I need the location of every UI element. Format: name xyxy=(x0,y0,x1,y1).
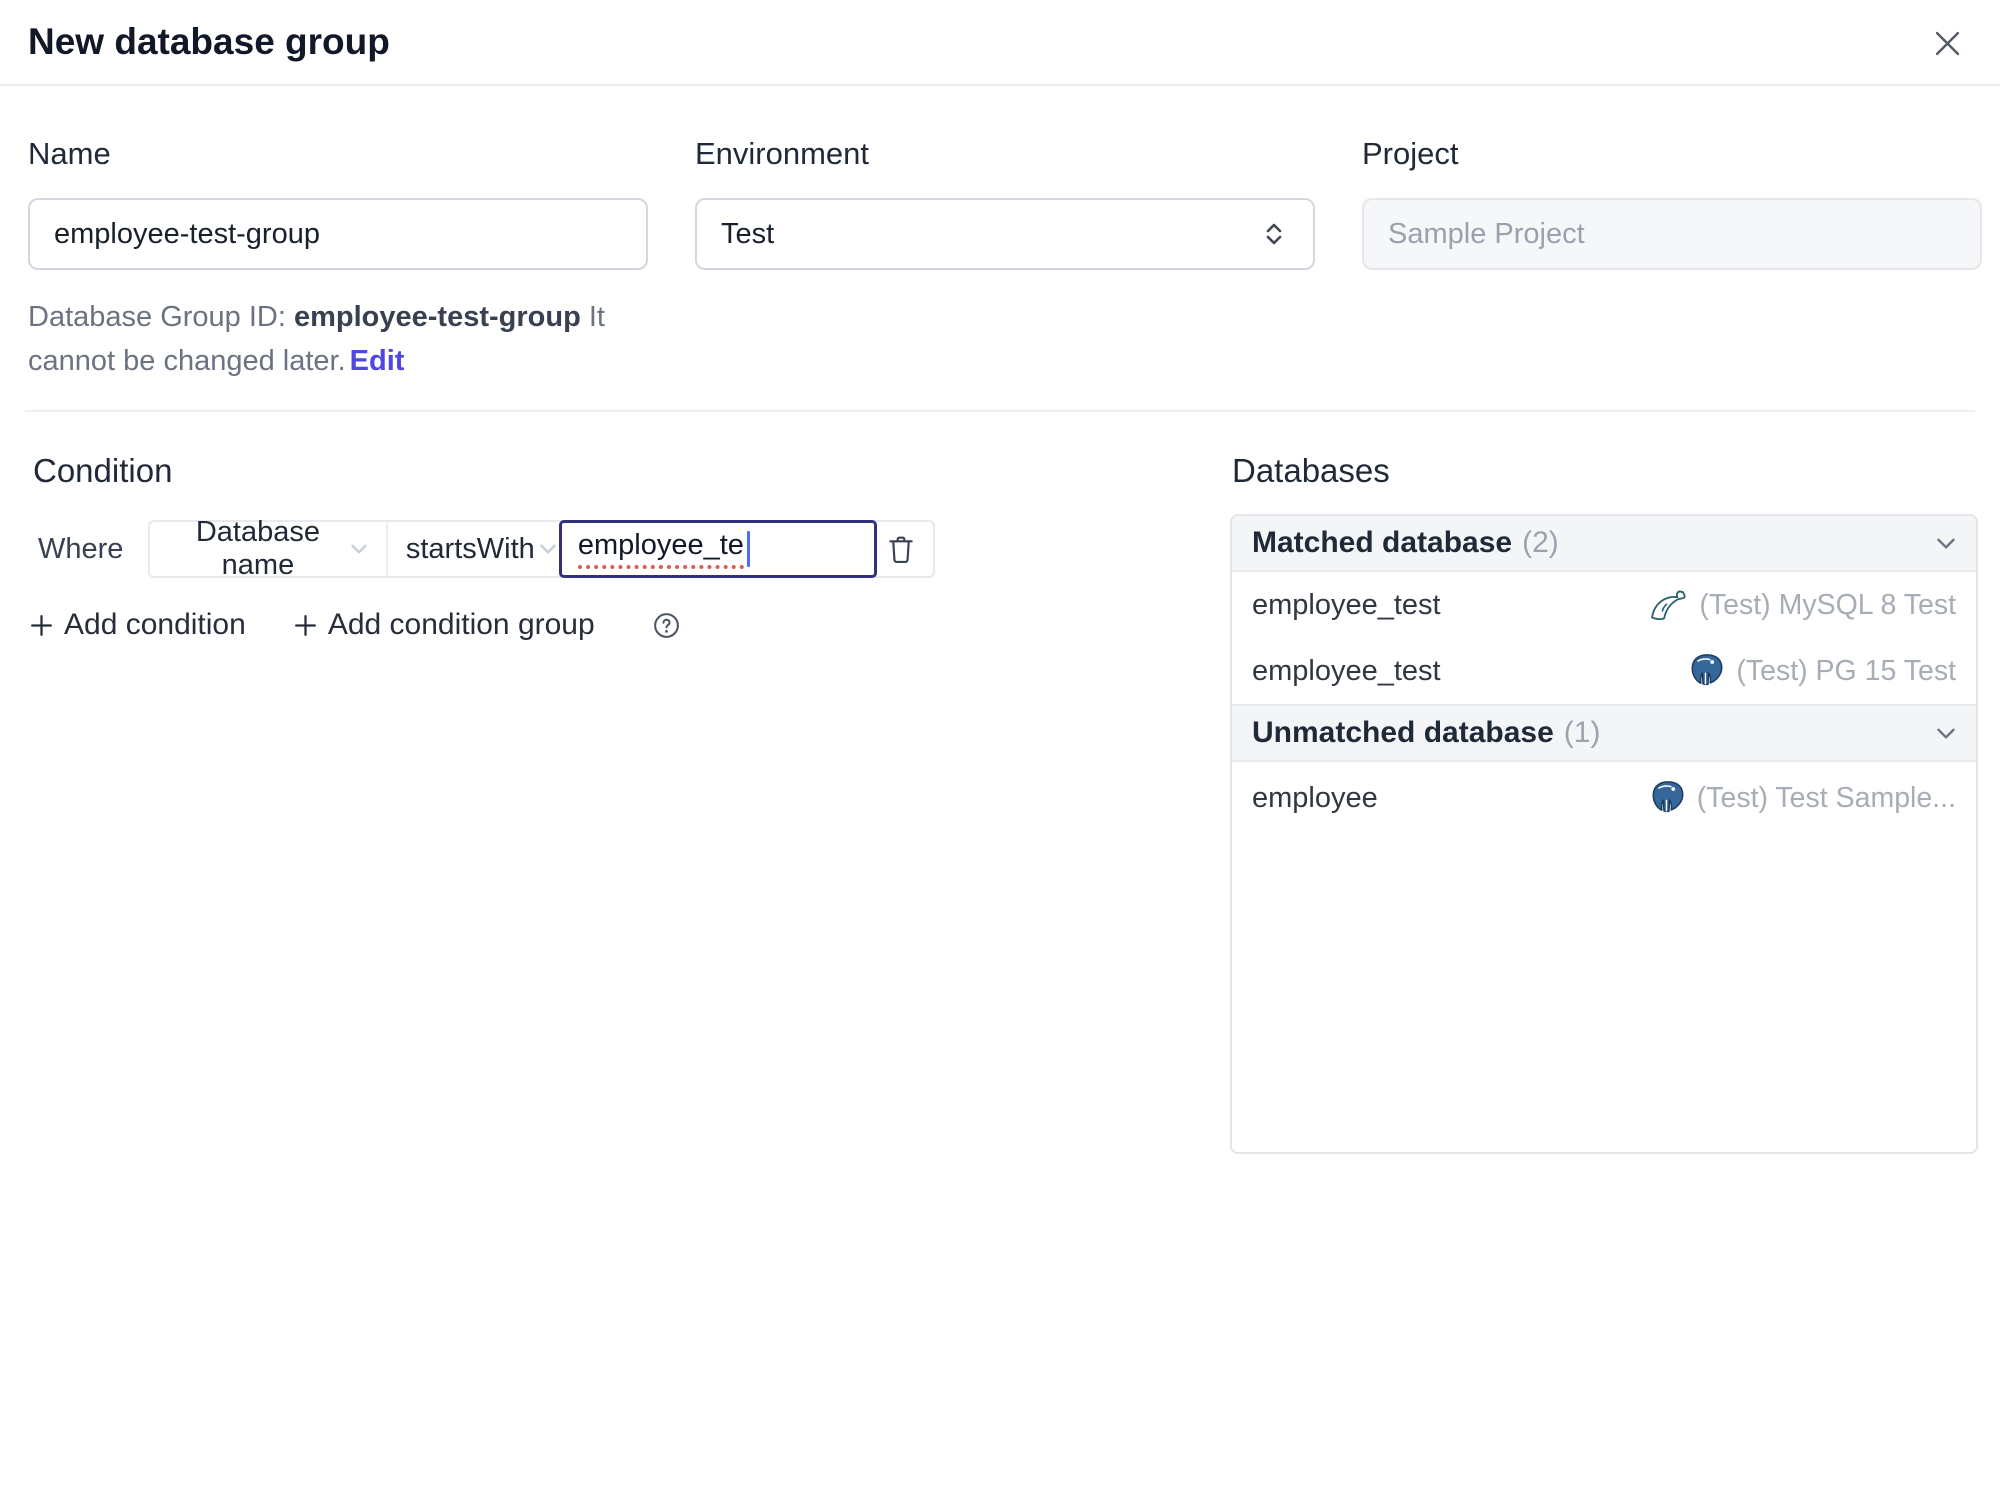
chevron-down-icon xyxy=(1932,719,1960,747)
database-engine-info: (Test) MySQL 8 Test xyxy=(1647,588,1956,622)
edit-link[interactable]: Edit xyxy=(350,345,405,377)
database-name: employee_test xyxy=(1252,654,1441,687)
condition-value-text: employee_te xyxy=(577,529,744,569)
database-name: employee_test xyxy=(1252,588,1441,621)
add-condition-group-button[interactable]: Add condition group xyxy=(292,608,595,642)
where-label: Where xyxy=(38,532,124,565)
project-field-group: Project Sample Project xyxy=(1362,136,1982,383)
database-row: employee (Test) Test Sample... xyxy=(1232,762,1976,834)
database-instance: (Test) PG 15 Test xyxy=(1736,654,1956,687)
group-id-helper: Database Group ID: employee-test-group I… xyxy=(28,295,660,383)
name-label: Name xyxy=(28,136,111,171)
text-cursor xyxy=(746,531,750,567)
condition-operator-value: startsWith xyxy=(405,532,535,565)
updown-chevrons-icon xyxy=(1259,219,1289,249)
unmatched-database-header[interactable]: Unmatched database (1) xyxy=(1232,704,1976,762)
database-instance: (Test) Test Sample... xyxy=(1696,781,1956,814)
dialog-header: New database group xyxy=(0,0,2000,86)
matched-database-header[interactable]: Matched database (2) xyxy=(1232,516,1976,572)
delete-condition-button[interactable] xyxy=(877,525,925,573)
add-condition-label: Add condition xyxy=(64,608,246,641)
project-label: Project xyxy=(1362,136,1459,171)
add-buttons-row: Add condition Add condition group xyxy=(28,608,978,642)
chevron-down-icon xyxy=(346,536,372,562)
help-icon[interactable] xyxy=(652,611,681,640)
environment-value: Test xyxy=(721,217,775,250)
postgresql-icon xyxy=(1649,778,1687,818)
plus-icon xyxy=(292,612,319,639)
condition-field-value: Database name xyxy=(195,516,321,581)
databases-heading: Databases xyxy=(1232,452,1390,489)
project-select[interactable]: Sample Project xyxy=(1362,198,1982,270)
environment-select[interactable]: Test xyxy=(695,198,1315,270)
add-condition-group-label: Add condition group xyxy=(327,608,595,641)
environment-label: Environment xyxy=(695,136,870,171)
add-condition-button[interactable]: Add condition xyxy=(28,608,246,642)
form-row: Name Database Group ID: employee-test-gr… xyxy=(0,86,2000,383)
condition-section: Condition Where Database name startsWith xyxy=(28,452,978,642)
new-database-group-dialog: New database group Name Database Group I… xyxy=(0,0,2000,1500)
group-id-value: employee-test-group xyxy=(293,301,581,333)
condition-expression-box: Database name startsWith employee_te xyxy=(148,516,935,581)
database-row: employee_test (Test) MySQL 8 Test xyxy=(1232,572,1976,638)
plus-icon xyxy=(28,612,55,639)
postgresql-icon xyxy=(1688,651,1726,691)
condition-value-input[interactable]: employee_te xyxy=(558,520,878,578)
condition-heading: Condition xyxy=(33,452,173,489)
database-row: employee_test (Test) PG 15 Test xyxy=(1232,638,1976,704)
database-instance: (Test) MySQL 8 Test xyxy=(1699,588,1956,621)
databases-panel: Matched database (2) employee_test (Test… xyxy=(1230,514,1978,1154)
chevron-down-icon xyxy=(1932,529,1960,557)
section-divider xyxy=(25,410,1975,412)
matched-database-title: Matched database xyxy=(1252,526,1513,559)
database-engine-info: (Test) PG 15 Test xyxy=(1688,651,1956,691)
chevron-down-icon xyxy=(535,536,561,562)
name-field-group: Name Database Group ID: employee-test-gr… xyxy=(28,136,648,383)
dialog-title: New database group xyxy=(28,21,390,62)
condition-field-select[interactable]: Database name xyxy=(150,516,388,581)
database-name: employee xyxy=(1252,781,1378,814)
trash-icon xyxy=(885,533,917,565)
environment-field-group: Environment Test xyxy=(695,136,1315,383)
helper-prefix: Database Group ID: xyxy=(28,301,294,333)
condition-operator-select[interactable]: startsWith xyxy=(388,522,556,576)
database-engine-info: (Test) Test Sample... xyxy=(1649,778,1956,818)
unmatched-database-count: (1) xyxy=(1563,716,1601,749)
project-value: Sample Project xyxy=(1388,217,1585,250)
mysql-icon xyxy=(1647,588,1689,622)
close-button[interactable] xyxy=(1924,20,1970,66)
name-input[interactable] xyxy=(28,198,648,270)
condition-row: Where Database name startsWith employee_… xyxy=(28,516,978,581)
matched-database-count: (2) xyxy=(1522,526,1559,559)
databases-section: Databases Matched database (2) employee_… xyxy=(1230,452,1978,1154)
close-icon xyxy=(1934,30,1961,57)
unmatched-database-title: Unmatched database xyxy=(1252,716,1554,749)
